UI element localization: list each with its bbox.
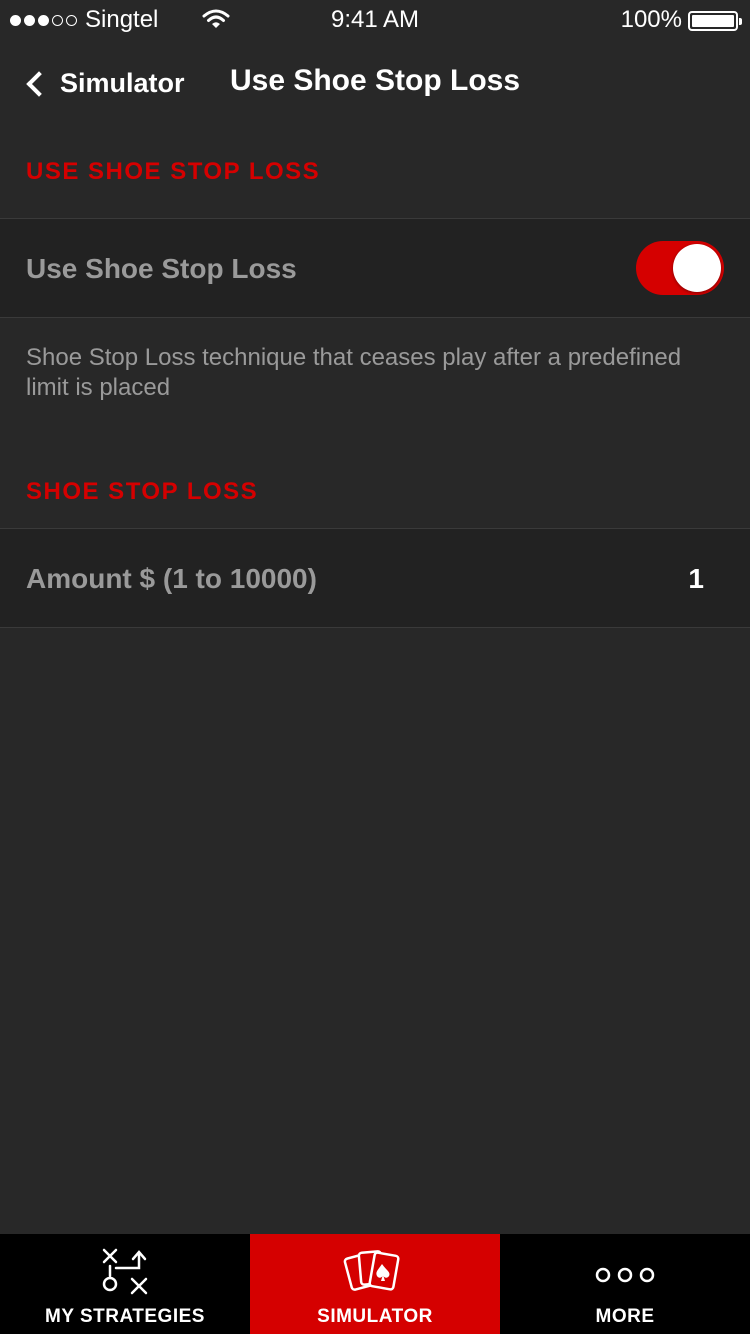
strategy-icon [102, 1248, 148, 1295]
navigation-bar: Simulator Use Shoe Stop Loss [0, 40, 750, 130]
battery-percentage: 100% [620, 6, 682, 33]
use-shoe-stop-loss-row: Use Shoe Stop Loss [0, 218, 750, 318]
battery-icon [688, 11, 742, 31]
page-title: Use Shoe Stop Loss [229, 64, 521, 97]
amount-value-field[interactable]: 1 [688, 563, 704, 595]
section-description: Shoe Stop Loss technique that ceases pla… [26, 344, 682, 401]
tab-simulator-label: SIMULATOR [317, 1306, 433, 1327]
tab-bar: MY STRATEGIES SIMULATOR MORE [0, 1234, 750, 1334]
amount-label: Amount $ (1 to 10000) [26, 563, 317, 594]
section-header-use-shoe-stop-loss: USE SHOE STOP LOSS [26, 158, 321, 185]
amount-row[interactable]: Amount $ (1 to 10000) 1 [0, 528, 750, 628]
status-bar: Singtel 9:41 AM 100% [0, 0, 750, 40]
use-shoe-stop-loss-label: Use Shoe Stop Loss [26, 253, 297, 284]
toggle-knob [673, 244, 721, 292]
more-icon [595, 1267, 655, 1283]
tab-my-strategies-label: MY STRATEGIES [45, 1306, 205, 1327]
cards-icon [343, 1250, 400, 1291]
tab-simulator[interactable]: SIMULATOR [250, 1234, 500, 1334]
tab-more-label: MORE [595, 1306, 655, 1327]
tab-my-strategies[interactable]: MY STRATEGIES [0, 1234, 250, 1334]
section-header-shoe-stop-loss: SHOE STOP LOSS [26, 478, 259, 505]
tab-more[interactable]: MORE [500, 1234, 750, 1334]
use-shoe-stop-loss-toggle[interactable] [636, 241, 724, 295]
